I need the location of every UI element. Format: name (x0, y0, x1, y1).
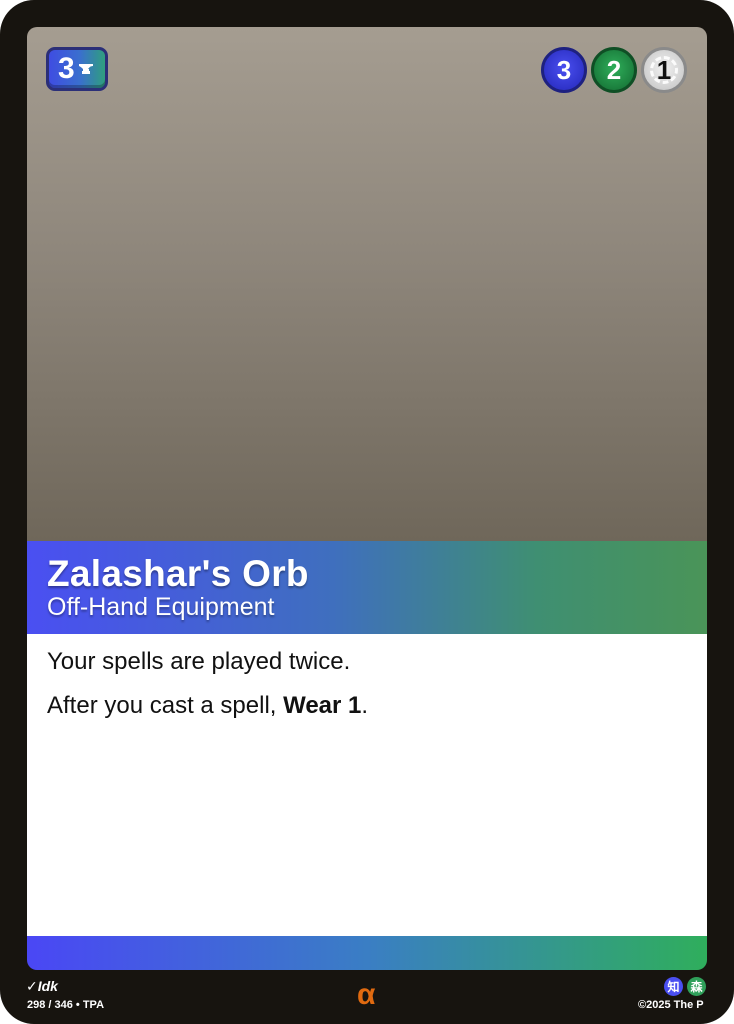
cost-value: 3 (58, 52, 75, 85)
stat-pip-white: 1 (641, 47, 687, 93)
anvil-icon (78, 49, 94, 83)
card-art (27, 27, 707, 541)
artist-credit: ✓Idk (26, 978, 58, 994)
collector-number: 298 / 346 • TPA (27, 999, 105, 1011)
keyword-wear: Wear 1 (283, 692, 362, 719)
bottom-band (27, 936, 707, 970)
rules-line-2: After you cast a spell, Wear 1. (47, 692, 369, 719)
copyright: ©2025 The P (638, 999, 704, 1011)
brush-icon: ✓ (26, 978, 38, 994)
faction-icon-green: 森 (687, 977, 706, 996)
card-frame: 3 3 2 1 Zalashar's Orb Off-Hand Equipmen… (0, 0, 734, 1024)
rarity-symbol: α (357, 978, 376, 1011)
stat-pip-blue: 3 (541, 47, 587, 93)
rules-text-box: Your spells are played twice. After you … (27, 634, 707, 936)
cost-badge: 3 (46, 47, 108, 91)
faction-icon-blue: 知 (664, 977, 683, 996)
card-type: Off-Hand Equipment (47, 593, 275, 621)
title-band: Zalashar's Orb Off-Hand Equipment (27, 541, 707, 634)
rules-line-1: Your spells are played twice. (47, 648, 351, 675)
stat-pip-green: 2 (591, 47, 637, 93)
card-name: Zalashar's Orb (47, 553, 309, 594)
